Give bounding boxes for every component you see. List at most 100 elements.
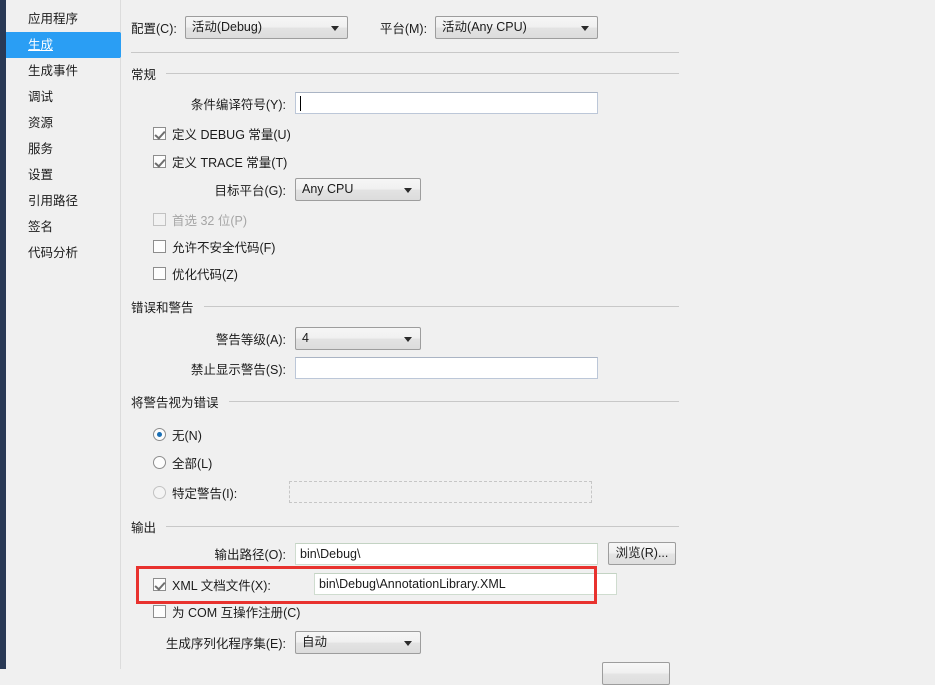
define-trace-checkbox-row[interactable]: 定义 TRACE 常量(T)	[153, 152, 287, 171]
warning-level-dropdown[interactable]: 4	[295, 327, 421, 350]
treat-warnings-specific-label: 特定警告(I):	[172, 486, 238, 501]
sidebar-item-application[interactable]: 应用程序	[6, 6, 120, 32]
output-path-value: bin\Debug\	[300, 546, 361, 561]
warning-level-row: 警告等级(A): 4	[131, 327, 421, 350]
platform-dropdown[interactable]: 活动(Any CPU)	[435, 16, 599, 39]
build-settings-pane: 配置(C): 活动(Debug) 平台(M): 活动(Any CPU) 常规 条…	[121, 0, 935, 685]
partial-bottom-button[interactable]	[602, 662, 670, 685]
browse-button-label: 浏览(R)...	[615, 546, 669, 560]
warning-level-value: 4	[302, 331, 309, 345]
treat-warnings-all-row[interactable]: 全部(L)	[153, 453, 212, 472]
sidebar-item-label: 代码分析	[28, 246, 79, 260]
allow-unsafe-code-checkbox-row[interactable]: 允许不安全代码(F)	[153, 237, 275, 256]
chevron-down-icon	[330, 25, 339, 31]
output-path-input[interactable]: bin\Debug\	[295, 542, 598, 565]
allow-unsafe-code-checkbox[interactable]	[153, 240, 166, 253]
configuration-dropdown-value: 活动(Debug)	[191, 20, 262, 34]
serialization-assembly-value: 自动	[302, 635, 328, 649]
define-trace-checkbox[interactable]	[153, 155, 166, 168]
conditional-symbols-input[interactable]	[295, 92, 598, 114]
allow-unsafe-code-label: 允许不安全代码(F)	[172, 241, 276, 255]
treat-warnings-none-row[interactable]: 无(N)	[153, 425, 202, 444]
conditional-symbols-label: 条件编译符号(Y):	[190, 97, 286, 112]
define-debug-label: 定义 DEBUG 常量(U)	[172, 128, 291, 142]
serialization-assembly-dropdown[interactable]: 自动	[295, 631, 421, 654]
sidebar-item-label: 调试	[28, 90, 54, 104]
suppress-warnings-input[interactable]	[295, 357, 598, 379]
define-debug-checkbox-row[interactable]: 定义 DEBUG 常量(U)	[153, 124, 291, 143]
sidebar-item-label: 生成	[28, 38, 54, 52]
section-rule	[166, 73, 679, 74]
sidebar-item-signing[interactable]: 签名	[6, 214, 120, 240]
platform-label: 平台(M):	[379, 22, 428, 36]
treat-warnings-specific-input	[289, 481, 592, 503]
output-path-label: 输出路径(O):	[214, 548, 286, 562]
chevron-down-icon	[581, 25, 590, 31]
chevron-down-icon	[404, 640, 412, 646]
suppress-warnings-label: 禁止显示警告(S):	[190, 362, 286, 377]
output-section-header: 输出	[131, 517, 679, 536]
chevron-down-icon	[404, 187, 412, 193]
property-pages-sidebar: 应用程序 生成 生成事件 调试 资源 服务 设置 引用路径 签名 代码分析	[6, 0, 130, 669]
sidebar-item-build-events[interactable]: 生成事件	[6, 58, 120, 84]
sidebar-item-settings[interactable]: 设置	[6, 162, 120, 188]
treat-warnings-none-label: 无(N)	[172, 429, 202, 443]
sidebar-item-reference-paths[interactable]: 引用路径	[6, 188, 120, 214]
section-rule	[166, 526, 679, 527]
sidebar-item-build[interactable]: 生成	[6, 32, 130, 58]
sidebar-item-label: 设置	[28, 168, 54, 182]
prefer-32bit-checkbox-row: 首选 32 位(P)	[153, 210, 247, 229]
com-interop-row[interactable]: 为 COM 互操作注册(C)	[153, 602, 300, 621]
target-platform-label: 目标平台(G):	[214, 184, 286, 198]
prefer-32bit-checkbox	[153, 213, 166, 226]
output-section-title: 输出	[131, 521, 157, 535]
optimize-code-checkbox-row[interactable]: 优化代码(Z)	[153, 264, 238, 283]
com-interop-label: 为 COM 互操作注册(C)	[172, 606, 301, 620]
xml-doc-file-input[interactable]: bin\Debug\AnnotationLibrary.XML	[314, 573, 617, 595]
define-debug-checkbox[interactable]	[153, 127, 166, 140]
configuration-dropdown[interactable]: 活动(Debug)	[184, 16, 348, 39]
com-interop-checkbox[interactable]	[153, 605, 166, 618]
configuration-toolbar: 配置(C): 活动(Debug) 平台(M): 活动(Any CPU)	[131, 16, 599, 39]
sidebar-item-label: 引用路径	[28, 194, 79, 208]
sidebar-item-label: 服务	[28, 142, 54, 156]
project-properties-build-page: 应用程序 生成 生成事件 调试 资源 服务 设置 引用路径 签名 代码分析 配置…	[0, 0, 935, 685]
optimize-code-checkbox[interactable]	[153, 267, 166, 280]
errors-warnings-section-title: 错误和警告	[131, 301, 194, 315]
section-rule	[228, 401, 679, 402]
sidebar-item-label: 资源	[28, 116, 54, 130]
treat-warnings-all-radio[interactable]	[153, 456, 166, 469]
sidebar-item-resources[interactable]: 资源	[6, 110, 120, 136]
browse-output-path-button[interactable]: 浏览(R)...	[608, 542, 676, 565]
serialization-assembly-label: 生成序列化程序集(E):	[165, 637, 286, 651]
warning-level-label: 警告等级(A):	[215, 333, 286, 347]
treat-warnings-section-title: 将警告视为错误	[131, 396, 219, 410]
prefer-32bit-label: 首选 32 位(P)	[172, 214, 248, 228]
sidebar-item-debug[interactable]: 调试	[6, 84, 120, 110]
xml-doc-file-label: XML 文档文件(X):	[172, 578, 271, 593]
platform-dropdown-value: 活动(Any CPU)	[442, 20, 527, 34]
treat-warnings-all-label: 全部(L)	[172, 457, 213, 471]
xml-doc-file-checkbox[interactable]	[153, 577, 166, 591]
serialization-assembly-row: 生成序列化程序集(E): 自动	[131, 631, 421, 654]
toolbar-divider	[131, 52, 679, 53]
target-platform-value: Any CPU	[302, 182, 354, 196]
sidebar-item-label: 生成事件	[28, 64, 79, 78]
chevron-down-icon	[404, 336, 412, 342]
xml-doc-file-row[interactable]: XML 文档文件(X): bin\Debug\AnnotationLibrary…	[153, 573, 617, 595]
sidebar-item-label: 签名	[28, 220, 54, 234]
sidebar-item-services[interactable]: 服务	[6, 136, 120, 162]
sidebar-item-code-analysis[interactable]: 代码分析	[6, 240, 120, 266]
target-platform-row: 目标平台(G): Any CPU	[131, 178, 421, 201]
treat-warnings-none-radio[interactable]	[153, 428, 166, 441]
sidebar-item-label: 应用程序	[28, 12, 79, 26]
errors-warnings-section-header: 错误和警告	[131, 297, 679, 316]
suppress-warnings-row: 禁止显示警告(S):	[131, 357, 598, 379]
treat-warnings-specific-radio[interactable]	[153, 485, 166, 499]
text-caret	[300, 96, 301, 111]
treat-warnings-specific-row[interactable]: 特定警告(I):	[153, 481, 592, 503]
target-platform-dropdown[interactable]: Any CPU	[295, 178, 421, 201]
general-section-header: 常规	[131, 64, 679, 83]
section-rule	[203, 306, 679, 307]
conditional-symbols-row: 条件编译符号(Y):	[131, 92, 598, 114]
